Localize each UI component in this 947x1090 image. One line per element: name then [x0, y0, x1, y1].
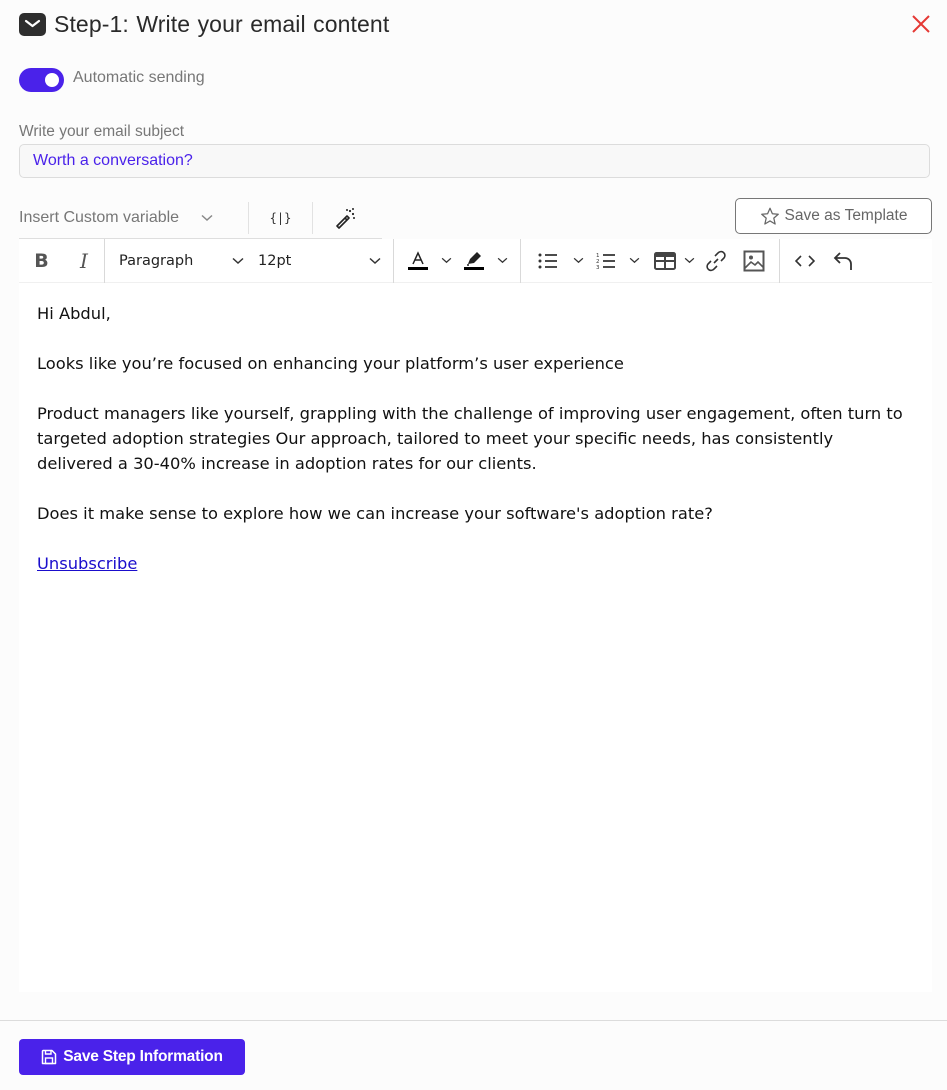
ai-magic-button[interactable]	[313, 198, 376, 238]
bullet-list-dropdown[interactable]	[569, 239, 587, 283]
numbered-list-icon: 123	[596, 253, 615, 270]
font-size-select[interactable]: 12pt	[251, 239, 393, 283]
save-as-template-label: Save as Template	[784, 207, 908, 224]
custom-variable-select[interactable]: Insert Custom variable	[19, 198, 248, 238]
chevron-down-icon	[497, 257, 507, 264]
subject-label: Write your email subject	[19, 123, 185, 140]
chevron-down-icon	[232, 257, 244, 264]
bullet-list-button[interactable]	[521, 239, 569, 283]
numbered-list-dropdown[interactable]	[625, 239, 643, 283]
divider	[0, 1020, 947, 1021]
automatic-sending-label: Automatic sending	[73, 69, 205, 86]
block-format-value: Paragraph	[119, 252, 194, 269]
table-dropdown[interactable]	[681, 239, 697, 283]
bullet-list-icon	[538, 253, 557, 268]
body-paragraph: Product managers like yourself, grapplin…	[37, 404, 903, 473]
undo-icon	[833, 251, 852, 270]
greeting-paragraph: Hi Abdul,	[37, 304, 111, 323]
body-paragraph: Looks like you’re focused on enhancing y…	[37, 354, 624, 373]
highlight-icon	[464, 251, 484, 270]
magic-wand-icon	[335, 208, 355, 229]
save-step-label: Save Step Information	[63, 1048, 223, 1065]
bold-button[interactable]: B	[19, 239, 64, 283]
chevron-down-icon	[369, 257, 381, 264]
source-code-button[interactable]	[780, 239, 828, 283]
chevron-down-icon	[441, 257, 451, 264]
highlight-button[interactable]	[456, 239, 492, 283]
email-body-editor[interactable]: Hi Abdul, Looks like you’re focused on e…	[19, 283, 932, 992]
table-icon	[654, 251, 676, 270]
link-button[interactable]	[697, 239, 735, 283]
undo-button[interactable]	[828, 239, 858, 283]
close-button[interactable]	[909, 12, 933, 36]
variable-braces-icon: {|}	[269, 211, 292, 225]
font-size-value: 12pt	[258, 252, 292, 269]
subject-input[interactable]	[19, 144, 930, 178]
body-paragraph: Does it make sense to explore how we can…	[37, 504, 713, 523]
text-color-dropdown[interactable]	[436, 239, 456, 283]
envelope-icon	[19, 12, 46, 36]
italic-icon: I	[80, 248, 88, 273]
italic-button[interactable]: I	[64, 239, 104, 283]
floppy-disk-icon	[42, 1049, 57, 1065]
block-format-select[interactable]: Paragraph	[105, 239, 251, 283]
text-color-icon	[408, 250, 428, 270]
close-icon	[912, 15, 930, 33]
table-button[interactable]	[643, 239, 681, 283]
automatic-sending-row: Automatic sending	[19, 68, 205, 92]
image-button[interactable]	[735, 239, 773, 283]
insert-variable-button[interactable]: {|}	[249, 198, 312, 238]
chevron-down-icon	[629, 257, 639, 264]
highlight-dropdown[interactable]	[492, 239, 512, 283]
bold-icon: B	[34, 249, 49, 272]
save-step-button[interactable]: Save Step Information	[19, 1039, 245, 1075]
chevron-down-icon	[684, 257, 694, 264]
editor-toolbar: B I Paragraph 12pt 123	[19, 238, 932, 283]
star-icon	[760, 207, 779, 225]
image-icon	[743, 250, 765, 271]
chevron-down-icon	[201, 214, 213, 222]
variable-toolbar: Insert Custom variable {|}	[19, 198, 376, 238]
chevron-down-icon	[573, 257, 583, 264]
modal-header: Step-1: Write your email content	[19, 10, 933, 38]
save-as-template-button[interactable]: Save as Template	[735, 198, 932, 234]
toggle-knob	[45, 73, 59, 87]
custom-variable-select-label: Insert Custom variable	[19, 209, 180, 226]
unsubscribe-link[interactable]: Unsubscribe	[37, 554, 137, 573]
numbered-list-button[interactable]: 123	[587, 239, 625, 283]
text-color-button[interactable]	[394, 239, 436, 283]
page-title: Step-1: Write your email content	[54, 10, 390, 37]
automatic-sending-toggle[interactable]	[19, 68, 64, 92]
link-icon	[706, 250, 726, 271]
code-icon	[795, 254, 815, 267]
svg-text:3: 3	[596, 265, 600, 270]
